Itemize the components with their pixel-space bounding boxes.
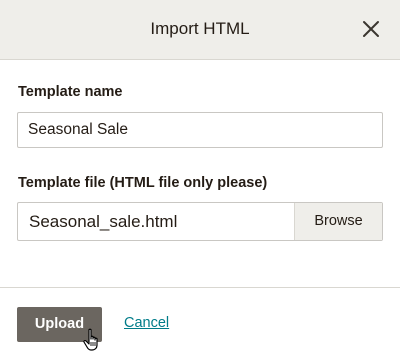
dialog-header: Import HTML (0, 0, 400, 60)
cancel-link[interactable]: Cancel (124, 315, 169, 331)
footer-divider (0, 287, 400, 288)
template-file-label: Template file (HTML file only please) (18, 175, 268, 191)
close-icon[interactable] (360, 18, 382, 40)
browse-button[interactable]: Browse (294, 203, 382, 240)
selected-file-name: Seasonal_sale.html (29, 212, 178, 231)
template-name-input[interactable] (17, 112, 383, 148)
dialog-title: Import HTML (150, 19, 250, 38)
import-html-dialog: Import HTML Template name Template file … (0, 0, 400, 358)
template-name-label: Template name (18, 84, 123, 100)
template-file-field[interactable]: Seasonal_sale.html Browse (17, 202, 383, 241)
hand-pointer-icon (83, 328, 103, 352)
